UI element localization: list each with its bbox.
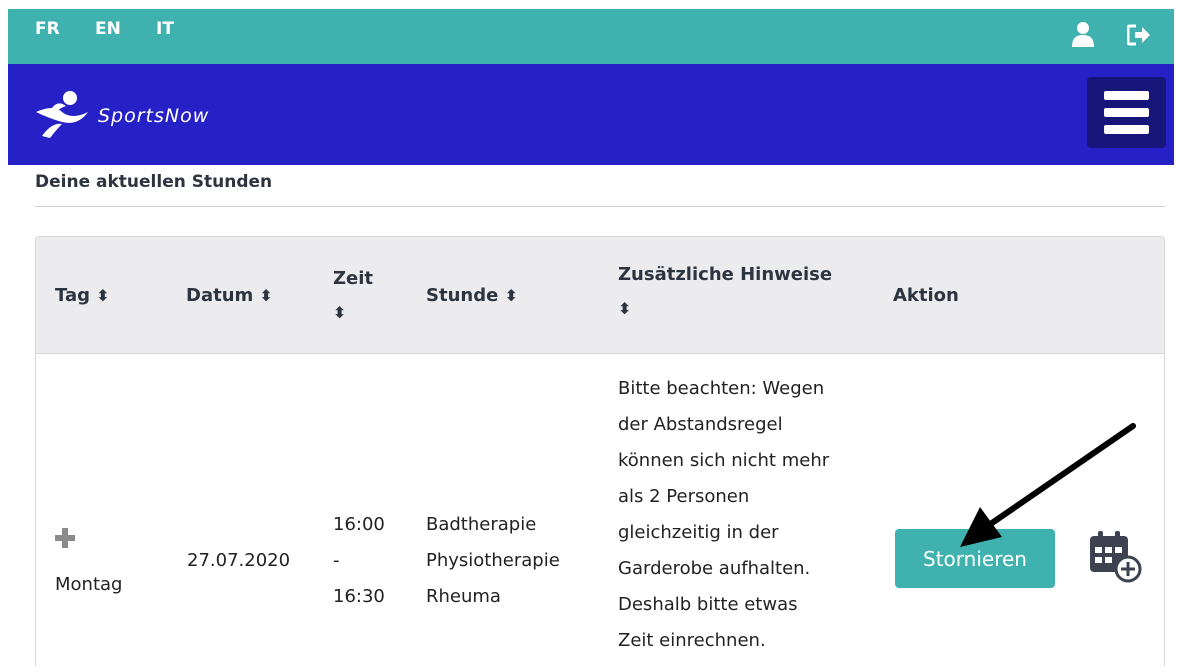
language-en-link[interactable]: EN bbox=[95, 19, 121, 39]
table-header: Tag ⬍ Datum ⬍ Zeit ⬍ Stunde ⬍ Zusätzliche… bbox=[36, 237, 1164, 354]
cell-hinweise: Bitte beachten: Wegen der Abstandsregel … bbox=[618, 371, 829, 659]
cell-zeit: 16:00 - 16:30 bbox=[333, 507, 385, 615]
sort-icon: ⬍ bbox=[259, 286, 273, 305]
language-it-link[interactable]: IT bbox=[156, 19, 174, 39]
note-line: als 2 Personen bbox=[618, 486, 750, 507]
lesson-name-line: Badtherapie bbox=[426, 514, 537, 535]
lessons-table: Tag ⬍ Datum ⬍ Zeit ⬍ Stunde ⬍ Zusätzliche… bbox=[35, 236, 1165, 666]
time-end: 16:30 bbox=[333, 586, 385, 607]
cell-tag: Montag bbox=[55, 574, 123, 595]
sort-icon: ⬍ bbox=[504, 286, 518, 305]
note-line: Deshalb bitte etwas bbox=[618, 594, 798, 615]
section-title: Deine aktuellen Stunden bbox=[35, 172, 273, 192]
language-bar: FR EN IT bbox=[8, 9, 1174, 64]
note-line: können sich nicht mehr bbox=[618, 450, 830, 471]
time-separator: - bbox=[333, 550, 340, 571]
expand-plus-icon[interactable] bbox=[55, 528, 75, 548]
sort-icon: ⬍ bbox=[96, 286, 110, 305]
cancel-booking-button[interactable]: Stornieren bbox=[895, 529, 1055, 588]
language-fr-link[interactable]: FR bbox=[35, 19, 60, 39]
header-datum[interactable]: Datum ⬍ bbox=[186, 279, 273, 313]
note-line: gleichzeitig in der bbox=[618, 522, 779, 543]
logout-icon[interactable] bbox=[1127, 24, 1151, 46]
cell-datum: 27.07.2020 bbox=[187, 550, 291, 571]
header-stunde[interactable]: Stunde ⬍ bbox=[426, 279, 518, 313]
calendar-add-icon[interactable] bbox=[1088, 530, 1144, 584]
header-zeit[interactable]: Zeit ⬍ bbox=[333, 262, 373, 330]
note-line: der Abstandsregel bbox=[618, 414, 783, 435]
sort-icon: ⬍ bbox=[333, 303, 347, 322]
divider bbox=[35, 206, 1165, 207]
sportsnow-logo-icon[interactable] bbox=[32, 90, 94, 140]
header-hinweise[interactable]: Zusätzliche Hinweise ⬍ bbox=[618, 258, 832, 326]
user-icon[interactable] bbox=[1071, 21, 1095, 47]
sort-icon: ⬍ bbox=[618, 299, 632, 318]
header-aktion: Aktion bbox=[893, 285, 959, 306]
note-line: Garderobe aufhalten. bbox=[618, 558, 811, 579]
note-line: Zeit einrechnen. bbox=[618, 630, 766, 651]
logo-text[interactable]: SportsNow bbox=[98, 105, 209, 127]
hamburger-menu-button[interactable] bbox=[1087, 77, 1166, 148]
lesson-name-line: Rheuma bbox=[426, 586, 501, 607]
header-tag[interactable]: Tag ⬍ bbox=[55, 279, 110, 313]
cell-stunde: Badtherapie Physiotherapie Rheuma bbox=[426, 507, 560, 615]
time-start: 16:00 bbox=[333, 514, 385, 535]
note-line: Bitte beachten: Wegen bbox=[618, 378, 825, 399]
main-navbar: SportsNow bbox=[8, 64, 1174, 165]
lesson-name-line: Physiotherapie bbox=[426, 550, 560, 571]
